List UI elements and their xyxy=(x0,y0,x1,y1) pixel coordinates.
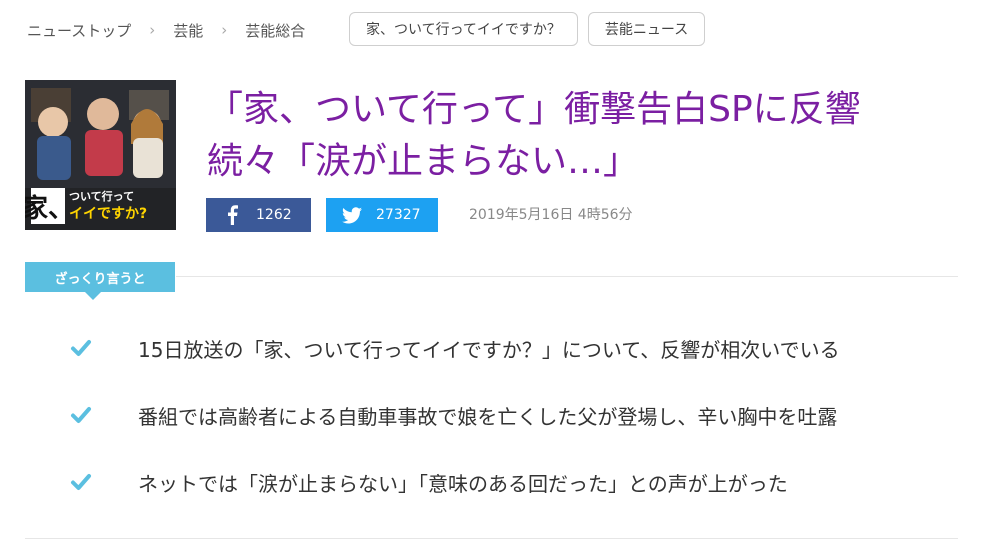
thumbnail-logo-text: イイですか? xyxy=(69,206,147,222)
breadcrumb-entertainment-general[interactable]: 芸能総合 xyxy=(245,20,305,41)
thumbnail-logo-text: ついて行って xyxy=(69,189,134,203)
facebook-share-count: 1262 xyxy=(256,207,292,223)
publish-date: 2019年5月16日 4時56分 xyxy=(469,207,633,223)
tag-entertainment-news[interactable]: 芸能ニュース xyxy=(587,12,706,46)
list-item: ネットでは「涙が止まらない」「意味のある回だった」との声が上がった xyxy=(70,464,840,500)
facebook-share-button[interactable]: 1262 xyxy=(206,198,311,232)
facebook-icon xyxy=(222,205,242,225)
check-icon xyxy=(71,340,91,356)
summary-point-text: ネットでは「涙が止まらない」「意味のある回だった」との声が上がった xyxy=(138,471,788,496)
chevron-right-icon: › xyxy=(221,21,228,39)
breadcrumb: ニューストップ › 芸能 › 芸能総合 xyxy=(27,12,305,48)
article-title-line: 「家、ついて行って」衝撃告白SPに反響 xyxy=(207,89,861,130)
list-item: 15日放送の「家、ついて行ってイイですか？」について、反響が相次いでいる xyxy=(70,330,840,366)
divider xyxy=(176,276,958,277)
thumbnail-image: 家、 ついて行って イイですか? xyxy=(25,80,176,230)
article-title: 「家、ついて行って」衝撃告白SPに反響 続々「涙が止まらない…」 xyxy=(207,84,967,188)
tag-list: 家、ついて行ってイイですか？ 芸能ニュース xyxy=(349,12,706,46)
summary-point-text: 番組では高齢者による自動車事故で娘を亡くした父が登場し、辛い胸中を吐露 xyxy=(138,404,838,429)
twitter-share-button[interactable]: 27327 xyxy=(326,198,438,232)
summary-list: 15日放送の「家、ついて行ってイイですか？」について、反響が相次いでいる 番組で… xyxy=(70,330,840,531)
summary-point-text: 15日放送の「家、ついて行ってイイですか？」について、反響が相次いでいる xyxy=(138,337,840,362)
breadcrumb-entertainment[interactable]: 芸能 xyxy=(173,20,203,41)
divider xyxy=(25,538,958,539)
breadcrumb-news-top[interactable]: ニューストップ xyxy=(27,20,131,41)
twitter-icon xyxy=(342,205,362,225)
list-item: 番組では高齢者による自動車事故で娘を亡くした父が登場し、辛い胸中を吐露 xyxy=(70,397,840,433)
summary-label: ざっくり言うと xyxy=(25,262,175,300)
tag-show[interactable]: 家、ついて行ってイイですか？ xyxy=(349,12,578,46)
check-icon xyxy=(71,407,91,423)
article-thumbnail[interactable]: 家、 ついて行って イイですか? xyxy=(25,80,176,230)
check-icon xyxy=(71,474,91,490)
chevron-right-icon: › xyxy=(149,21,156,39)
twitter-share-count: 27327 xyxy=(376,207,421,223)
thumbnail-logo-text: 家、 xyxy=(25,193,74,224)
article-title-line: 続々「涙が止まらない…」 xyxy=(207,141,640,182)
